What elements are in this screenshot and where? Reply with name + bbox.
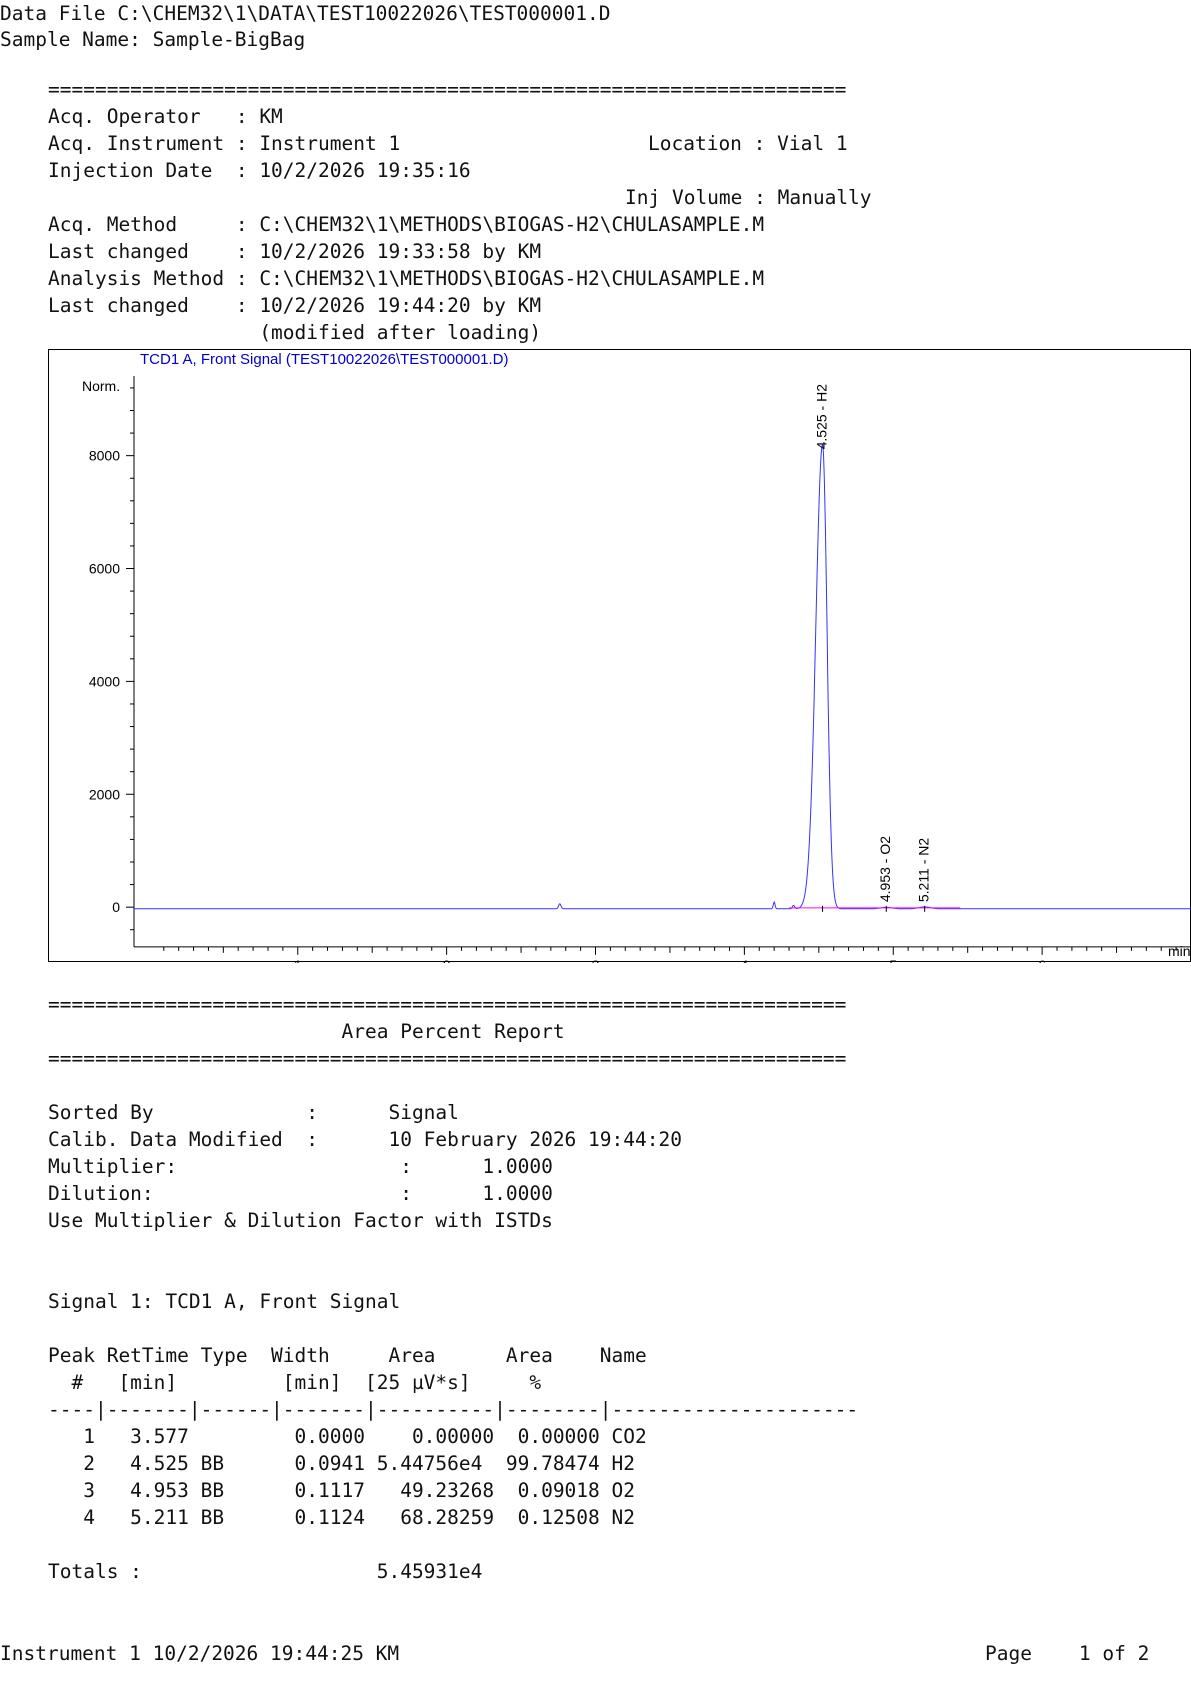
use-multiplier-note: Use Multiplier & Dilution Factor with IS…	[48, 1209, 553, 1232]
x-tick-label: 6	[1038, 957, 1046, 963]
signal-title: Signal 1: TCD1 A, Front Signal	[48, 1290, 401, 1313]
chromatogram-svg: TCD1 A, Front Signal (TEST10022026\TEST0…	[48, 349, 1191, 963]
table-header-2: # [min] [min] [25 µV*s] %	[48, 1371, 542, 1394]
y-tick-label: 0	[112, 899, 120, 915]
x-tick-label: 2	[443, 957, 451, 963]
acq-operator: Acq. Operator : KM	[48, 105, 283, 128]
x-axis-label: min	[1168, 943, 1191, 959]
table-row: 1 3.577 0.0000 0.00000 0.00000 CO2	[48, 1425, 647, 1448]
separator-report-bottom: ========================================…	[48, 1047, 847, 1070]
report-title: Area Percent Report	[48, 1020, 565, 1043]
x-tick-label: 3	[592, 957, 600, 963]
sample-name-line: Sample Name: Sample-BigBag	[0, 28, 306, 51]
table-row: 4 5.211 BB 0.1124 68.28259 0.12508 N2	[48, 1506, 635, 1529]
sorted-by: Sorted By : Signal	[48, 1101, 459, 1124]
signal-trace	[134, 444, 1191, 910]
acq-method: Acq. Method : C:\CHEM32\1\METHODS\BIOGAS…	[48, 213, 765, 236]
table-row: 2 4.525 BB 0.0941 5.44756e4 99.78474 H2	[48, 1452, 635, 1475]
chromatogram-chart: TCD1 A, Front Signal (TEST10022026\TEST0…	[48, 349, 1191, 963]
chart-frame	[48, 349, 1191, 962]
last-changed-analysis: Last changed : 10/2/2026 19:44:20 by KM	[48, 294, 542, 317]
analysis-method: Analysis Method : C:\CHEM32\1\METHODS\BI…	[48, 267, 765, 290]
x-tick-label: 5	[889, 957, 897, 963]
peak-label: 5.211 - N2	[916, 838, 932, 903]
inj-volume: Inj Volume : Manually	[625, 186, 872, 209]
peak-label: 4.953 - O2	[877, 836, 893, 902]
multiplier: Multiplier: : 1.0000	[48, 1155, 553, 1178]
y-tick-label: 8000	[89, 448, 120, 464]
separator-top: ========================================…	[48, 78, 847, 101]
location: Location : Vial 1	[648, 132, 848, 155]
table-row: 3 4.953 BB 0.1117 49.23268 0.09018 O2	[48, 1479, 635, 1502]
calib-data-modified: Calib. Data Modified : 10 February 2026 …	[48, 1128, 682, 1151]
table-separator: ----|-------|------|-------|----------|-…	[48, 1398, 859, 1421]
acq-instrument: Acq. Instrument : Instrument 1	[48, 132, 401, 155]
footer-instrument: Instrument 1 10/2/2026 19:44:25 KM	[0, 1642, 400, 1665]
peak-label: 4.525 - H2	[814, 384, 830, 450]
footer-page: Page 1 of 2	[985, 1642, 1150, 1665]
dilution: Dilution: : 1.0000	[48, 1182, 553, 1205]
y-tick-label: 4000	[89, 673, 120, 689]
x-tick-label: 1	[294, 957, 302, 963]
injection-date: Injection Date : 10/2/2026 19:35:16	[48, 159, 471, 182]
x-tick-label: 4	[740, 957, 748, 963]
y-tick-label: 2000	[89, 786, 120, 802]
last-changed-acq: Last changed : 10/2/2026 19:33:58 by KM	[48, 240, 542, 263]
data-file-line: Data File C:\CHEM32\1\DATA\TEST10022026\…	[0, 2, 611, 25]
totals: Totals : 5.45931e4	[48, 1560, 483, 1583]
chart-title: TCD1 A, Front Signal (TEST10022026\TEST0…	[140, 351, 509, 368]
modified-note: (modified after loading)	[48, 321, 542, 344]
y-tick-label: 6000	[89, 561, 120, 577]
table-header-1: Peak RetTime Type Width Area Area Name	[48, 1344, 647, 1367]
y-axis-label: Norm.	[82, 378, 120, 394]
separator-report-top: ========================================…	[48, 993, 847, 1016]
